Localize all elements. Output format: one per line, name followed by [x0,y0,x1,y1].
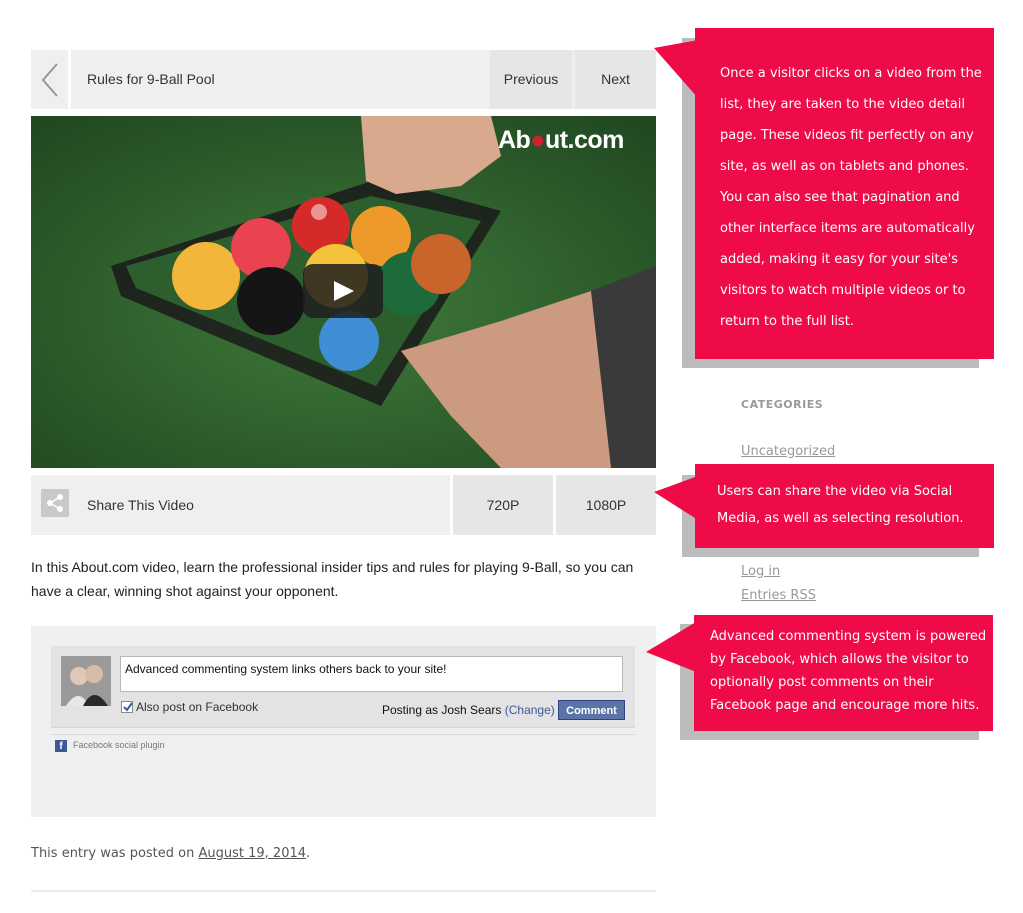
play-button[interactable] [303,264,383,318]
resolution-1080-button[interactable]: 1080P [556,475,656,535]
play-icon [334,281,354,301]
resolution-720-button[interactable]: 720P [453,475,553,535]
avatar [61,656,111,706]
also-post-label: Also post on Facebook [136,700,259,714]
entry-meta: This entry was posted on August 19, 2014… [31,846,311,861]
share-icon[interactable] [41,489,69,517]
callout-video-detail-text: Once a visitor clicks on a video from th… [720,66,982,329]
facebook-plugin-link[interactable]: Facebook social plugin [73,740,165,750]
callout-pointer [646,622,696,672]
divider [51,734,635,735]
entries-rss-link[interactable]: Entries RSS [741,588,816,603]
callout-video-detail: Once a visitor clicks on a video from th… [695,28,994,359]
callout-comments-text: Advanced commenting system is powered by… [710,629,987,713]
callout-share: Users can share the video via Social Med… [695,464,994,548]
video-description: In this About.com video, learn the profe… [31,559,634,599]
logo-dot: ● [530,126,545,154]
share-video-button[interactable]: Share This Video [87,475,194,535]
also-post-checkbox[interactable] [121,701,133,713]
callout-pointer [654,40,698,98]
category-link-uncategorized[interactable]: Uncategorized [741,444,835,459]
back-button[interactable] [31,50,71,109]
divider [31,890,656,892]
entry-date-link[interactable]: August 19, 2014 [199,846,307,861]
facebook-icon: f [55,740,67,752]
login-link[interactable]: Log in [741,564,780,579]
video-title: Rules for 9-Ball Pool [87,71,215,87]
next-button[interactable]: Next [575,50,656,109]
callout-share-text: Users can share the video via Social Med… [717,484,964,526]
previous-button[interactable]: Previous [490,50,572,109]
callout-pointer [654,476,698,520]
comment-input[interactable]: Advanced commenting system links others … [120,656,623,692]
video-watermark-logo: Ab●ut.com [498,126,624,154]
change-account-link[interactable]: (Change) [505,703,555,717]
categories-heading: CATEGORIES [741,398,824,411]
checkbox-icon [123,702,133,712]
callout-comments: Advanced commenting system is powered by… [694,615,993,731]
comment-button[interactable]: Comment [558,700,625,720]
chevron-left-icon [41,63,58,97]
posting-as-text: Posting as Josh Sears (Change) [382,703,555,717]
